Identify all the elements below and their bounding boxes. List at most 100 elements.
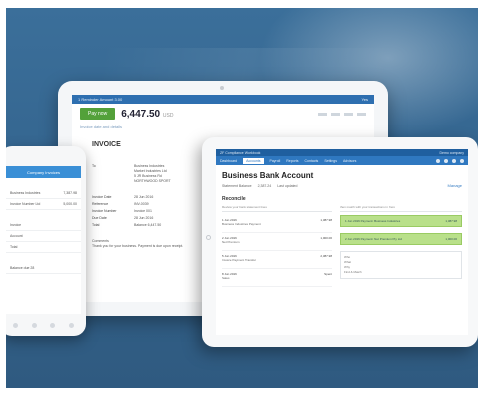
invoice-header-right[interactable]: Yes [361,97,368,102]
list-item[interactable]: Total [6,242,81,253]
invoice-field: Due Date 28 Jun 2016 [92,216,212,220]
line-amount: 1,387.98 [320,218,332,222]
org-name[interactable]: Demo company [439,151,464,155]
line-amount: 1,000.00 [320,236,332,240]
field-label: Reference [92,202,109,206]
match-suggestion[interactable]: 2 Jun 2016 Payment: Net Premium Pty Ltd 1… [340,233,462,245]
nav-icons[interactable] [436,158,464,163]
amount-value: 6,447.50 [121,108,161,120]
list-item-label: Business Industries [10,191,41,195]
match-panel: then match with your transactions in Xer… [340,205,462,287]
line-amount: 2,387.98 [320,254,332,258]
nav-item[interactable]: Contacts [305,159,319,163]
add-icon [436,158,440,163]
invoice-document: INVOICE To Business Industries Market In… [92,141,212,249]
match-desc: 2 Jun 2016 Payment: Net Premium Pty Ltd [345,237,402,241]
statement-line[interactable]: 8 Jun 2016 Sales Spent [222,269,332,287]
nav-item[interactable]: Dashboard [220,159,237,163]
list-item-value: 5,000.00 [63,202,77,206]
pay-row: Pay now 6,447.50 USD [72,104,374,124]
nav-item[interactable]: Advisors [343,159,356,163]
camera-dot-icon [220,86,224,90]
statement-lines: Review your bank statement lines 1 Jun 2… [222,205,332,287]
invoice-subtitle[interactable]: Invoice date and details [72,124,374,129]
front-tablet-screen: ZF Compliance Workbook Demo company Dash… [216,149,468,335]
field-value: 28 Jun 2016 [134,195,154,199]
line-amount: Spent [324,272,332,276]
field-value: INV-0039 [134,202,149,206]
product-showcase-background: 1 Reminder Amount 3.00 Yes Pay now 6,447… [6,8,478,388]
search-icon [452,158,456,163]
field-label: Total [92,223,100,227]
app-title: ZF Compliance Workbook [220,150,261,155]
statement-line[interactable]: 2 Jun 2016 Net Premium 1,000.00 [222,233,332,251]
app-top-bar: ZF Compliance Workbook Demo company [216,149,468,156]
field-label: Due Date [92,216,107,220]
statement-line[interactable]: 1 Jun 2016 Business Industries Payment 1,3… [222,215,332,233]
last-updated: Last updated [277,183,298,188]
field-label: Invoice Date [92,195,112,199]
phone-header: Company Invoices [6,166,81,178]
line-desc: Sales [222,276,230,280]
main-nav: Dashboard Accounts Payroll Reports Conta… [216,156,468,165]
nav-item[interactable]: Reports [286,159,298,163]
field-value: Balance 6,447.50 [134,223,162,227]
home-button-icon [206,235,211,240]
statement-balance: 2,387.24 [257,183,272,188]
address-line: NORTHWOOD SPORT [134,179,171,183]
reconcile-columns: Review your bank statement lines 1 Jun 2… [216,205,468,287]
page-title: Business Bank Account [222,171,314,180]
line-desc: Net Premium [222,240,240,244]
list-item-label: Account [10,234,23,238]
invoice-comments: Comments Thank you for your business. Pa… [92,239,212,249]
invoice-field: Total Balance 6,447.50 [92,223,212,227]
list-item[interactable]: Invoice [6,220,81,231]
list-item-label: Invoice Number Ltd [10,202,41,206]
match-amount: 1,000.00 [445,237,457,241]
statement-column-header: Review your bank statement lines [222,205,332,212]
statement-line[interactable]: 5 Jun 2016 Invoice Payment Transfer 2,387.… [222,251,332,269]
list-item[interactable]: Business Industries 7,387.98 [6,188,81,199]
invoice-amount: 6,447.50 USD [121,109,173,120]
address-lines: Business Industries Market Industries Lt… [134,164,171,184]
field-label: Invoice Number [92,209,117,213]
match-suggestion[interactable]: 1 Jun 2016 Payment: Business Industries 1… [340,215,462,227]
pay-now-button[interactable]: Pay now [80,108,116,120]
invoice-field: Invoice Number Invoice 001 [92,209,212,213]
invoice-field: Invoice Date 28 Jun 2016 [92,195,212,199]
manage-link[interactable]: Manage [448,183,462,188]
nav-item[interactable]: Payroll [270,159,281,163]
match-column-header: then match with your transactions in Xer… [340,205,462,212]
create-transaction-form[interactable]: Who What Why Find & Match [340,251,462,279]
field-value: 28 Jun 2016 [134,216,154,220]
front-tablet-device: ZF Compliance Workbook Demo company Dash… [202,137,478,347]
list-item[interactable]: Invoice Number Ltd 5,000.00 [6,199,81,210]
list-item-label: Total [10,245,18,249]
phone-tab-bar[interactable] [6,323,81,328]
list-item[interactable]: Account [6,231,81,242]
address-block: To Business Industries Market Industries… [92,164,212,192]
match-desc: 1 Jun 2016 Payment: Business Industries [345,219,401,223]
invoice-field: Reference INV-0039 [92,202,212,206]
invoice-title: INVOICE [92,141,121,148]
address-label: To [92,164,96,168]
field-value: Invoice 001 [134,209,152,213]
list-item-value: 7,387.98 [63,191,77,195]
line-desc: Business Industries Payment [222,222,261,226]
line-desc: Invoice Payment Transfer [222,258,257,262]
amount-currency: USD [162,112,174,119]
nav-item-active[interactable]: Accounts [243,157,264,164]
list-item[interactable]: Balance due 28 [6,263,81,274]
phone-screen: Company Invoices Business Industries 7,38… [6,166,81,314]
help-icon [460,158,464,163]
find-match-link[interactable]: Find & Match [344,270,458,275]
nav-item[interactable]: Settings [324,159,337,163]
list-item-label: Balance due 28 [10,266,35,270]
list-item-label: Invoice [10,223,22,227]
invoice-header-title: 1 Reminder Amount 3.00 [78,97,123,102]
invoice-header-bar: 1 Reminder Amount 3.00 Yes [72,95,374,104]
invoice-tools[interactable] [318,112,366,116]
